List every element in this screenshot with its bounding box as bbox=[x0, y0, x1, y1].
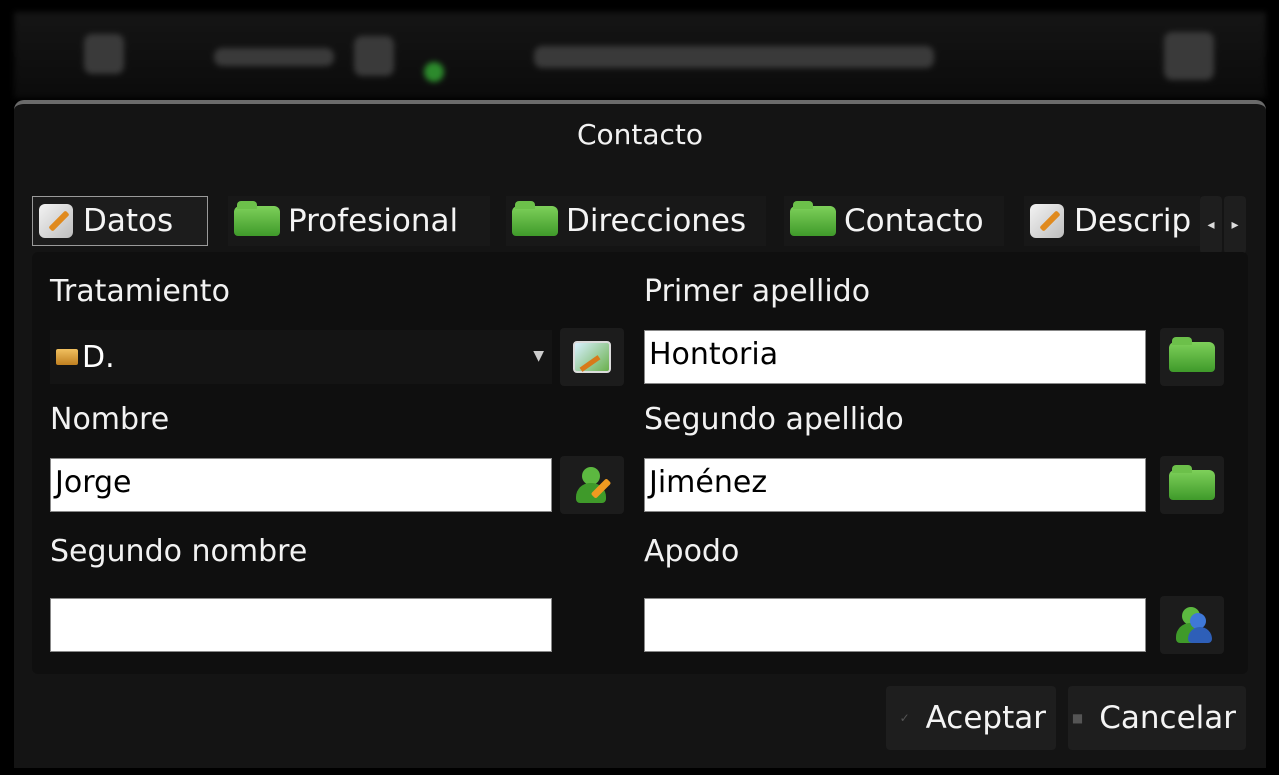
segundo-apellido-folder-button[interactable] bbox=[1160, 456, 1224, 514]
chevron-left-icon: ◂ bbox=[1207, 217, 1215, 233]
segundo-apellido-input[interactable]: Jiménez bbox=[644, 458, 1146, 512]
tratamiento-value: D. bbox=[82, 339, 115, 375]
segundo-nombre-input[interactable] bbox=[50, 598, 552, 652]
tab-label: Direcciones bbox=[566, 203, 747, 239]
edit-contact-button[interactable] bbox=[560, 456, 624, 514]
tratamiento-label: Tratamiento bbox=[50, 274, 230, 309]
tab-direcciones[interactable]: Direcciones bbox=[506, 196, 766, 246]
nombre-input[interactable]: Jorge bbox=[50, 458, 552, 512]
title-icon bbox=[56, 349, 78, 365]
cancel-button[interactable]: ■ Cancelar bbox=[1068, 686, 1246, 750]
tab-contacto[interactable]: Contacto bbox=[784, 196, 1004, 246]
folder-icon bbox=[234, 201, 280, 236]
apodo-input[interactable] bbox=[644, 598, 1146, 652]
edit-image-icon bbox=[573, 341, 611, 373]
accept-button[interactable]: ✓ Aceptar bbox=[886, 686, 1056, 750]
form-panel: Tratamiento D. ▼ Nombre Jorge Segundo no… bbox=[32, 252, 1248, 674]
primer-apellido-label: Primer apellido bbox=[644, 274, 871, 309]
pencil-edit-icon bbox=[1030, 204, 1064, 238]
status-icon bbox=[1164, 32, 1214, 80]
tab-label: Profesional bbox=[288, 203, 459, 239]
tab-bar: Datos Profesional Direcciones Contacto D… bbox=[32, 192, 1248, 254]
status-icon bbox=[354, 36, 394, 76]
dialog-title: Contacto bbox=[576, 118, 704, 151]
tab-descripcion[interactable]: Descrip bbox=[1024, 196, 1200, 246]
segundo-nombre-label: Segundo nombre bbox=[50, 534, 308, 569]
status-indicator bbox=[424, 62, 444, 82]
status-icon bbox=[84, 34, 124, 74]
segundo-apellido-label: Segundo apellido bbox=[644, 402, 904, 437]
tab-label: Descrip bbox=[1074, 203, 1192, 239]
accept-label: Aceptar bbox=[925, 700, 1046, 736]
primer-apellido-folder-button[interactable] bbox=[1160, 328, 1224, 386]
apodo-label: Apodo bbox=[644, 534, 740, 569]
folder-icon bbox=[790, 201, 836, 236]
folder-icon bbox=[512, 201, 558, 236]
folder-icon bbox=[1169, 337, 1215, 372]
person-edit-icon bbox=[572, 465, 612, 505]
contacts-button[interactable] bbox=[1160, 596, 1224, 654]
tab-label: Datos bbox=[83, 203, 174, 239]
tab-datos[interactable]: Datos bbox=[32, 196, 208, 246]
chevron-right-icon: ▸ bbox=[1231, 217, 1239, 233]
tab-label: Contacto bbox=[844, 203, 984, 239]
pencil-edit-icon bbox=[39, 204, 73, 238]
check-icon: ✓ bbox=[899, 711, 910, 725]
primer-apellido-input[interactable]: Hontoria bbox=[644, 330, 1146, 384]
tab-scroll-left-button[interactable]: ◂ bbox=[1200, 196, 1222, 254]
tab-scroll-right-button[interactable]: ▸ bbox=[1224, 196, 1246, 254]
edit-image-button[interactable] bbox=[560, 328, 624, 386]
folder-icon bbox=[1169, 465, 1215, 500]
tab-profesional[interactable]: Profesional bbox=[228, 196, 490, 246]
status-text bbox=[534, 46, 934, 68]
cancel-label: Cancelar bbox=[1099, 700, 1236, 736]
tratamiento-select[interactable]: D. ▼ bbox=[50, 330, 552, 384]
nombre-label: Nombre bbox=[50, 402, 170, 437]
status-text bbox=[214, 48, 334, 66]
dropdown-arrow-icon: ▼ bbox=[533, 348, 544, 364]
contact-dialog: Contacto Datos Profesional Direcciones C… bbox=[14, 100, 1266, 768]
contacts-group-icon bbox=[1172, 605, 1212, 645]
status-bar bbox=[14, 12, 1266, 98]
cancel-icon: ■ bbox=[1071, 711, 1084, 725]
